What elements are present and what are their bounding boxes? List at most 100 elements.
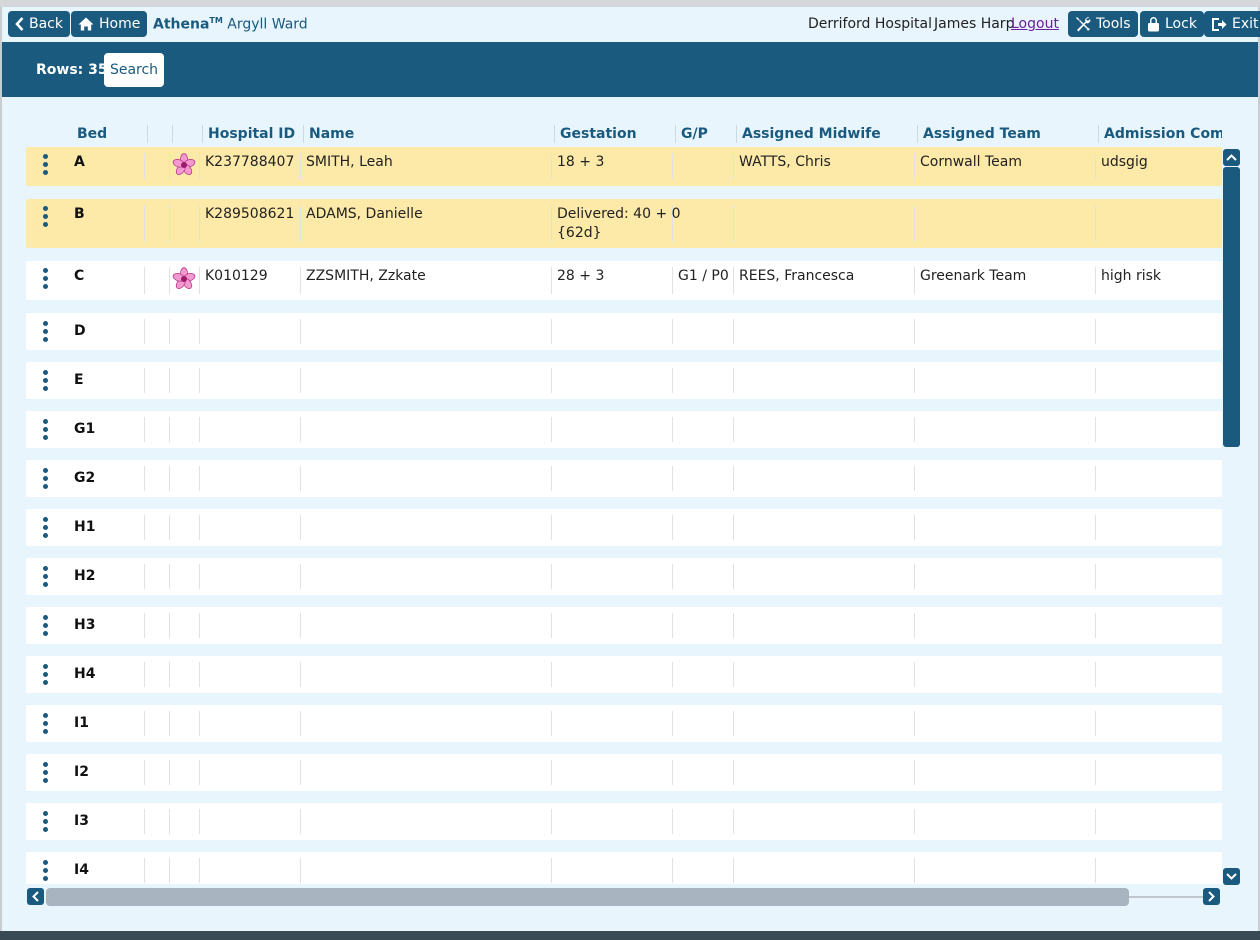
cell-divider [914, 515, 915, 540]
bed-row[interactable]: E [26, 362, 1222, 399]
more-vertical-icon[interactable] [43, 615, 48, 636]
more-vertical-icon[interactable] [43, 419, 48, 440]
bed-row[interactable]: G2 [26, 460, 1222, 497]
bed-row[interactable]: H2 [26, 558, 1222, 595]
cell-divider [1095, 613, 1096, 638]
bed-row[interactable]: H1 [26, 509, 1222, 546]
more-vertical-icon[interactable] [43, 811, 48, 832]
column-header-gestation[interactable]: Gestation [560, 126, 637, 142]
assigned-midwife-cell: REES, Francesca [739, 268, 855, 284]
admission-comment-cell: udsgig [1101, 154, 1148, 170]
more-vertical-icon[interactable] [43, 268, 48, 289]
cell-divider [914, 858, 915, 883]
cell-divider [300, 662, 301, 687]
cell-divider [733, 760, 734, 785]
cell-divider [1095, 760, 1096, 785]
cell-divider [733, 466, 734, 491]
bed-rows: A K237788407 SMITH, Leah 18 + 3 WATTS, Chris… [26, 147, 1222, 884]
more-vertical-icon[interactable] [43, 468, 48, 489]
logout-link[interactable]: Logout [1011, 16, 1059, 32]
cell-divider [733, 613, 734, 638]
more-vertical-icon[interactable] [43, 321, 48, 342]
top-bar: Back Home AthenaTM Argyll Ward Derriford… [2, 7, 1260, 42]
tools-icon [1076, 17, 1091, 32]
cell-divider [144, 205, 145, 242]
bed-row[interactable]: I3 [26, 803, 1222, 840]
cell-divider [551, 515, 552, 540]
cell-divider [300, 153, 301, 180]
column-header-assigned-team[interactable]: Assigned Team [923, 126, 1041, 142]
back-button[interactable]: Back [8, 11, 70, 37]
bed-row[interactable]: I4 [26, 852, 1222, 884]
bed-row[interactable]: C K010129 ZZSMITH, Zzkate 28 + 3 G1 / P0 REES… [26, 261, 1222, 300]
column-header-admission-comment[interactable]: Admission Comm [1104, 126, 1222, 142]
bed-row[interactable]: D [26, 313, 1222, 350]
bed-label: H1 [74, 519, 96, 535]
scroll-left-button[interactable] [27, 888, 44, 905]
bed-row[interactable]: H3 [26, 607, 1222, 644]
horizontal-scrollbar-thumb[interactable] [46, 888, 1129, 906]
hospital-id-cell: K237788407 [205, 154, 295, 170]
scroll-right-button[interactable] [1203, 888, 1220, 905]
more-vertical-icon[interactable] [43, 566, 48, 587]
more-vertical-icon[interactable] [43, 713, 48, 734]
cell-divider [733, 564, 734, 589]
gestation-cell: 18 + 3 [557, 154, 605, 170]
cell-divider [300, 319, 301, 344]
brand-name: Athena [153, 16, 210, 33]
more-vertical-icon[interactable] [43, 664, 48, 685]
delivery-days-cell: {62d} [557, 225, 602, 241]
tools-button[interactable]: Tools [1068, 11, 1138, 37]
bed-row[interactable]: A K237788407 SMITH, Leah 18 + 3 WATTS, Chris… [26, 147, 1222, 186]
user-name: James Harp [934, 16, 1015, 32]
search-button[interactable]: Search [104, 53, 164, 87]
bed-row[interactable]: I2 [26, 754, 1222, 791]
more-vertical-icon[interactable] [43, 154, 48, 175]
patient-name-cell: ZZSMITH, Zzkate [306, 268, 426, 284]
column-header-bed[interactable]: Bed [77, 126, 107, 142]
cell-divider [551, 368, 552, 393]
cell-divider [551, 205, 552, 242]
admission-comment-cell: high risk [1101, 268, 1162, 284]
scroll-up-button[interactable] [1223, 149, 1240, 166]
cell-divider [551, 809, 552, 834]
more-vertical-icon[interactable] [43, 762, 48, 783]
home-button[interactable]: Home [71, 11, 148, 37]
cell-divider [551, 711, 552, 736]
brand-trademark: TM [209, 16, 223, 25]
cell-divider [300, 564, 301, 589]
bed-row[interactable]: H4 [26, 656, 1222, 693]
bed-row[interactable]: G1 [26, 411, 1222, 448]
column-header-name[interactable]: Name [309, 126, 354, 142]
cell-divider [733, 417, 734, 442]
more-vertical-icon[interactable] [43, 206, 48, 227]
cell-divider [733, 809, 734, 834]
vertical-scrollbar-thumb[interactable] [1223, 167, 1240, 447]
cell-divider [914, 711, 915, 736]
bed-row[interactable]: I1 [26, 705, 1222, 742]
exit-button[interactable]: Exit [1204, 11, 1260, 37]
cell-divider [914, 267, 915, 294]
cell-divider [144, 711, 145, 736]
more-vertical-icon[interactable] [43, 860, 48, 881]
hospital-id-cell: K289508621 [205, 206, 295, 222]
cell-divider [300, 711, 301, 736]
cell-divider [672, 153, 673, 180]
bed-row[interactable]: B K289508621 ADAMS, Danielle Delivered: 40 … [26, 199, 1222, 248]
cell-divider [300, 858, 301, 883]
column-header-gp[interactable]: G/P [681, 126, 708, 142]
tools-label: Tools [1096, 16, 1131, 32]
lock-icon [1148, 17, 1159, 32]
column-header-assigned-midwife[interactable]: Assigned Midwife [742, 126, 881, 142]
lock-button[interactable]: Lock [1140, 11, 1204, 37]
bed-label: A [74, 154, 85, 170]
header-divider [554, 125, 555, 143]
more-vertical-icon[interactable] [43, 517, 48, 538]
cell-divider [199, 153, 200, 180]
more-vertical-icon[interactable] [43, 370, 48, 391]
scroll-down-button[interactable] [1223, 868, 1240, 885]
header-divider [736, 125, 737, 143]
column-header-hospital-id[interactable]: Hospital ID [208, 126, 295, 142]
cell-divider [551, 466, 552, 491]
cell-divider [733, 711, 734, 736]
